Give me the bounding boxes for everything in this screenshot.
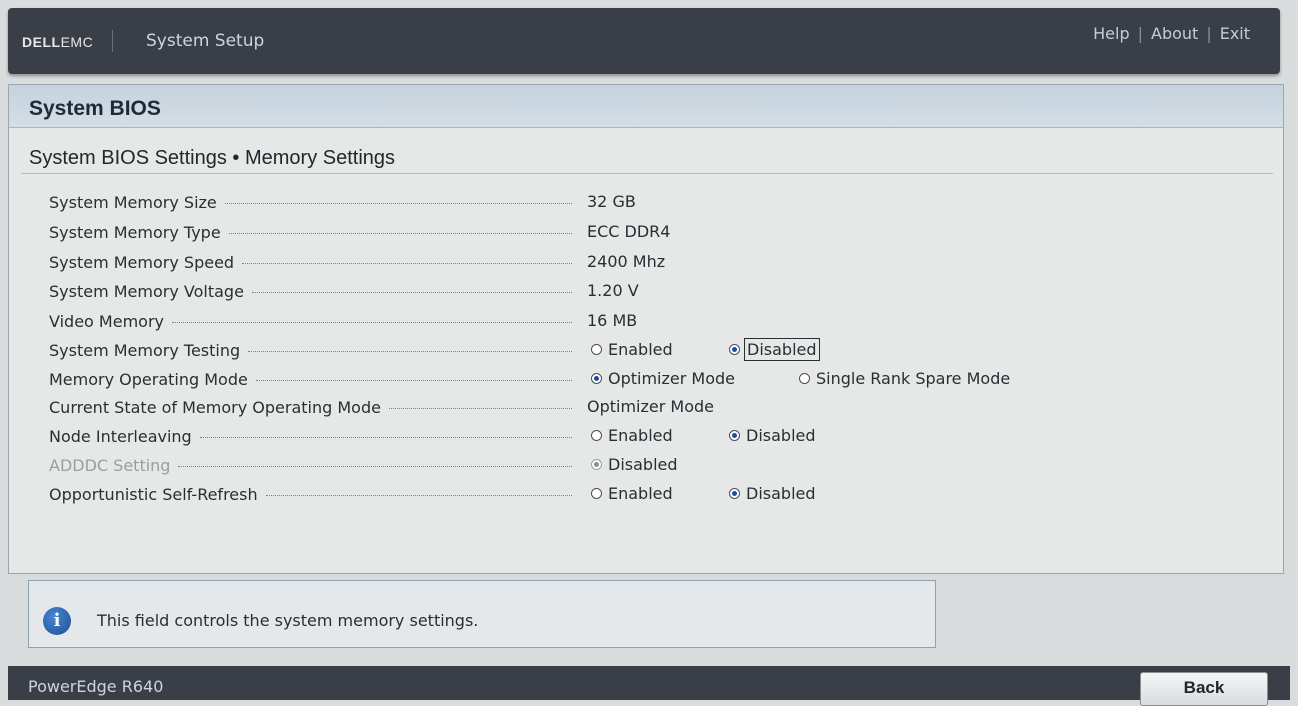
setting-label: System Memory Voltage (49, 282, 244, 301)
setting-value: 16 MB (587, 311, 638, 330)
radio-selected-icon[interactable] (729, 488, 740, 499)
setting-row: System Memory Type ECC DDR4 (49, 219, 1249, 245)
leader-dots (178, 466, 572, 467)
setting-row: Video Memory 16 MB (49, 308, 1249, 334)
radio-option-enabled[interactable]: Enabled (591, 484, 673, 503)
radio-selected-icon[interactable] (729, 344, 740, 355)
leader-dots (225, 203, 572, 204)
setting-row[interactable]: Opportunistic Self-Refresh Enabled Disable… (49, 481, 1249, 507)
settings-panel: System BIOS System BIOS Settings • Memor… (8, 84, 1284, 574)
exit-link[interactable]: Exit (1220, 24, 1250, 43)
leader-dots (266, 495, 572, 496)
breadcrumb-divider (21, 173, 1273, 174)
dell-emc-logo: DELLEMC (22, 34, 94, 50)
radio-option-label: Disabled (746, 484, 816, 503)
radio-option-label: Optimizer Mode (608, 369, 735, 388)
radio-option-enabled[interactable]: Enabled (591, 426, 673, 445)
radio-option-label: Enabled (608, 426, 673, 445)
radio-option-label: Single Rank Spare Mode (816, 369, 1011, 388)
radio-unselected-icon[interactable] (799, 373, 810, 384)
app-title: System Setup (146, 31, 265, 51)
setting-row: System Memory Speed 2400 Mhz (49, 249, 1249, 275)
help-text: This field controls the system memory se… (97, 611, 479, 630)
info-icon: i (43, 607, 71, 635)
setting-value: 1.20 V (587, 281, 639, 300)
radio-option-single-rank-spare-mode[interactable]: Single Rank Spare Mode (799, 369, 1010, 388)
setting-label: System Memory Speed (49, 253, 235, 272)
about-link[interactable]: About (1151, 24, 1198, 43)
leader-dots (242, 263, 572, 264)
leader-dots (172, 322, 572, 323)
top-bar: DELLEMC System Setup Help | About | Exit (8, 8, 1280, 74)
radio-option-disabled[interactable]: Disabled (729, 484, 816, 503)
radio-option-disabled: Disabled (591, 455, 678, 474)
leader-dots (200, 437, 572, 438)
leader-dots (256, 380, 572, 381)
setting-label: System Memory Testing (49, 341, 241, 360)
setting-label: System Memory Type (49, 223, 221, 242)
setting-row: Current State of Memory Operating Mode Op… (49, 394, 1249, 420)
radio-option-label: Enabled (608, 340, 673, 359)
page-title: System BIOS (29, 97, 161, 120)
radio-option-disabled[interactable]: Disabled (729, 338, 820, 361)
setting-label: Opportunistic Self-Refresh (49, 485, 258, 504)
setting-row[interactable]: Memory Operating Mode Optimizer Mode Singl… (49, 366, 1249, 392)
setting-label: Video Memory (49, 312, 164, 331)
radio-unselected-icon[interactable] (591, 488, 602, 499)
setting-value: Optimizer Mode (587, 397, 714, 416)
header-divider (112, 30, 113, 52)
setting-row: System Memory Voltage 1.20 V (49, 278, 1249, 304)
setting-label: System Memory Size (49, 193, 217, 212)
help-box: i This field controls the system memory … (28, 580, 936, 648)
system-model: PowerEdge R640 (28, 677, 164, 696)
setting-value: 2400 Mhz (587, 252, 666, 271)
leader-dots (229, 233, 572, 234)
setting-row: ADDDC Setting Disabled (49, 452, 1249, 478)
radio-unselected-icon[interactable] (591, 430, 602, 441)
setting-value: 32 GB (587, 192, 636, 211)
header-links: Help | About | Exit (1093, 24, 1250, 43)
breadcrumb: System BIOS Settings • Memory Settings (29, 147, 396, 169)
leader-dots (252, 292, 572, 293)
radio-option-disabled[interactable]: Disabled (729, 426, 816, 445)
setting-label: Current State of Memory Operating Mode (49, 398, 381, 417)
radio-unselected-icon[interactable] (591, 344, 602, 355)
setting-row[interactable]: Node Interleaving Enabled Disabled (49, 423, 1249, 449)
radio-selected-icon[interactable] (729, 430, 740, 441)
setting-value: ECC DDR4 (587, 222, 671, 241)
radio-selected-icon[interactable] (591, 373, 602, 384)
footer-bar: PowerEdge R640 Back (8, 666, 1290, 706)
setting-label: ADDDC Setting (49, 456, 171, 475)
radio-option-enabled[interactable]: Enabled (591, 340, 673, 359)
radio-option-label: Disabled (744, 338, 820, 361)
panel-header: System BIOS (9, 85, 1283, 128)
back-button[interactable]: Back (1140, 672, 1268, 706)
radio-option-label: Disabled (608, 455, 678, 474)
setting-row[interactable]: System Memory Testing Enabled Disabled (49, 337, 1249, 363)
radio-option-label: Enabled (608, 484, 673, 503)
radio-option-label: Disabled (746, 426, 816, 445)
leader-dots (389, 408, 572, 409)
setting-label: Node Interleaving (49, 427, 192, 446)
leader-dots (248, 351, 572, 352)
radio-selected-icon (591, 459, 602, 470)
radio-option-optimizer-mode[interactable]: Optimizer Mode (591, 369, 735, 388)
help-link[interactable]: Help (1093, 24, 1129, 43)
setting-label: Memory Operating Mode (49, 370, 248, 389)
setting-row: System Memory Size 32 GB (49, 189, 1249, 215)
